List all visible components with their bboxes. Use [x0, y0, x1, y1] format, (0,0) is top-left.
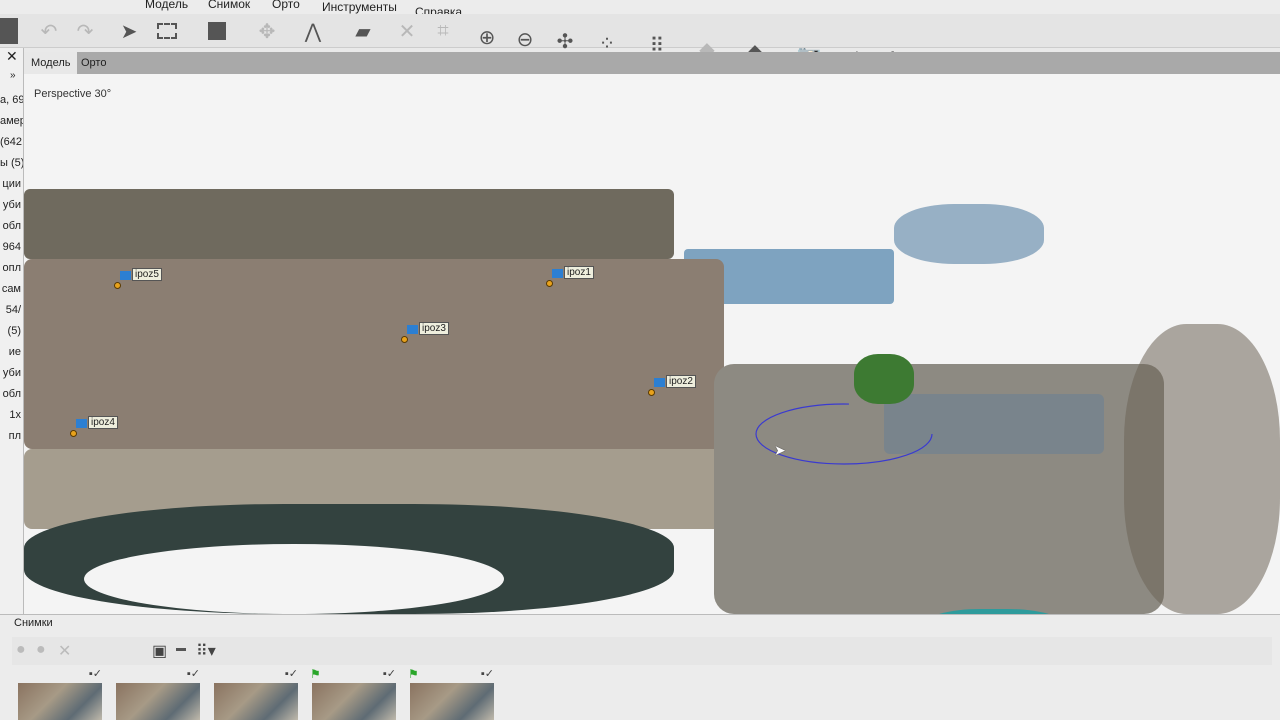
- tab-model[interactable]: Модель: [24, 52, 78, 74]
- menu-tools[interactable]: Инструменты: [322, 0, 397, 14]
- image-icon[interactable]: ▬: [176, 643, 186, 654]
- remove-camera-icon[interactable]: ✕: [58, 641, 71, 661]
- garden-plots: [24, 189, 674, 259]
- view-tabs: Модель Орто: [24, 52, 1280, 74]
- metashape-window: Модель Снимок Орто Инструменты Справка ↶…: [0, 0, 1280, 720]
- workspace-item[interactable]: пл: [0, 426, 23, 447]
- photo-thumbnail[interactable]: ▪✓: [116, 668, 200, 720]
- building-roof: [894, 204, 1044, 264]
- marker-point-icon: [546, 280, 553, 287]
- gap: [84, 544, 504, 614]
- marker-point-icon: [114, 282, 121, 289]
- rectangle-selection-icon[interactable]: [154, 18, 180, 44]
- projection-label: Perspective 30°: [34, 88, 112, 100]
- workspace-item[interactable]: ие: [0, 342, 23, 363]
- crop-selection-icon[interactable]: ⌗: [430, 18, 456, 44]
- workspace-item[interactable]: амер: [0, 111, 23, 132]
- workspace-item[interactable]: 54/: [0, 300, 23, 321]
- aligned-check-icon: ▪✓: [88, 668, 102, 680]
- photo-thumbnail[interactable]: ⚑ ▪✓: [408, 667, 494, 720]
- workspace-item[interactable]: (5): [0, 321, 23, 342]
- flag-icon: [552, 269, 563, 278]
- workspace-item[interactable]: ции: [0, 174, 23, 195]
- aligned-check-icon: ▪✓: [382, 668, 396, 680]
- marker-flag-icon: ⚑: [310, 667, 321, 681]
- marker-point-icon: [401, 336, 408, 343]
- reset-view-icon[interactable]: ✣: [552, 28, 578, 54]
- menu-ortho[interactable]: Орто: [272, 0, 300, 11]
- workspace-item[interactable]: уби: [0, 363, 23, 384]
- undo-icon[interactable]: ↶: [36, 18, 62, 44]
- photo-thumbnail[interactable]: ⚑ ▪✓: [310, 667, 396, 720]
- workspace-item[interactable]: ы (5): [0, 153, 23, 174]
- save-icon[interactable]: [0, 18, 18, 44]
- menu-bar: Модель Снимок Орто Инструменты Справка: [0, 0, 1280, 19]
- marker-label: ipoz4: [88, 416, 118, 429]
- mouse-cursor-icon: ➤: [774, 442, 786, 458]
- flag-icon: [76, 419, 87, 428]
- marker-point-icon: [648, 389, 655, 396]
- zoom-out-icon[interactable]: ⊖: [512, 26, 538, 52]
- workspace-item[interactable]: сам: [0, 279, 23, 300]
- close-panel-icon[interactable]: ✕»: [0, 48, 23, 90]
- aligned-check-icon: ▪✓: [480, 668, 494, 680]
- scattered-points: [1124, 324, 1280, 614]
- redo-icon[interactable]: ↷: [72, 18, 98, 44]
- field: [24, 259, 724, 449]
- aligned-check-icon: ▪✓: [186, 668, 200, 680]
- mask-icon[interactable]: ▣: [152, 641, 167, 661]
- workspace-item[interactable]: а, 69: [0, 90, 23, 111]
- marker-label: ipoz1: [564, 266, 594, 279]
- flag-icon: [407, 325, 418, 334]
- photo-thumbnail[interactable]: ▪✓: [214, 668, 298, 720]
- workspace-item[interactable]: уби: [0, 195, 23, 216]
- workspace-item[interactable]: (642: [0, 132, 23, 153]
- marker-label: ipoz2: [666, 375, 696, 388]
- rotate-object-icon[interactable]: ✥: [254, 18, 280, 44]
- menu-model[interactable]: Модель: [145, 0, 188, 11]
- rotation-trackball-icon: [755, 403, 933, 465]
- marker-label: ipoz3: [419, 322, 449, 335]
- flag-icon: [120, 271, 131, 280]
- aligned-check-icon: ▪✓: [284, 668, 298, 680]
- workspace-panel: ✕» а, 69 амер (642 ы (5) ции уби обл 964…: [0, 48, 24, 618]
- photos-panel: Снимки ● ● ✕ ▣ ▬ ⠿▾ ▪✓ ▪✓ ▪✓ ⚑ ▪✓ ⚑ ▪✓: [0, 614, 1280, 720]
- marker-point-icon: [70, 430, 77, 437]
- marker-label: ipoz5: [132, 268, 162, 281]
- draw-polyline-icon[interactable]: ⋀: [300, 18, 326, 44]
- disable-camera-icon[interactable]: ●: [36, 641, 46, 659]
- view-mode-icon[interactable]: ⠿▾: [196, 641, 216, 661]
- marker-flag-icon: ⚑: [408, 667, 419, 681]
- workspace-item[interactable]: 964: [0, 237, 23, 258]
- photos-panel-title: Снимки: [14, 617, 53, 629]
- workspace-item[interactable]: обл: [0, 216, 23, 237]
- model-viewport[interactable]: Perspective 30° ➤ ipoz5 ipoz1 ipoz3 ipoz…: [24, 74, 1280, 614]
- workspace-item[interactable]: опл: [0, 258, 23, 279]
- toolbar: ↶ ↷ ➤ ✥ ⋀ ▰ ✕ ⌗ ⊕ ⊖ ✣ ⁘ ⠿ ◆ ◆ 📷 ◈ ⚑ ▣ ☰: [0, 14, 1280, 77]
- zoom-in-icon[interactable]: ⊕: [474, 24, 500, 50]
- menu-photo[interactable]: Снимок: [208, 0, 250, 11]
- enable-camera-icon[interactable]: ●: [16, 641, 26, 659]
- workspace-item[interactable]: 1х: [0, 405, 23, 426]
- workspace-item[interactable]: обл: [0, 384, 23, 405]
- tab-ortho[interactable]: Орто: [74, 52, 113, 74]
- ruler-icon[interactable]: ▰: [350, 18, 376, 44]
- flag-icon: [654, 378, 665, 387]
- navigate-pointer-icon[interactable]: ➤: [116, 18, 142, 44]
- delete-selection-icon[interactable]: ✕: [394, 18, 420, 44]
- resize-region-icon[interactable]: [204, 18, 230, 44]
- photo-thumbnail[interactable]: ▪✓: [18, 668, 102, 720]
- photos-toolbar: ● ● ✕ ▣ ▬ ⠿▾: [12, 637, 1272, 665]
